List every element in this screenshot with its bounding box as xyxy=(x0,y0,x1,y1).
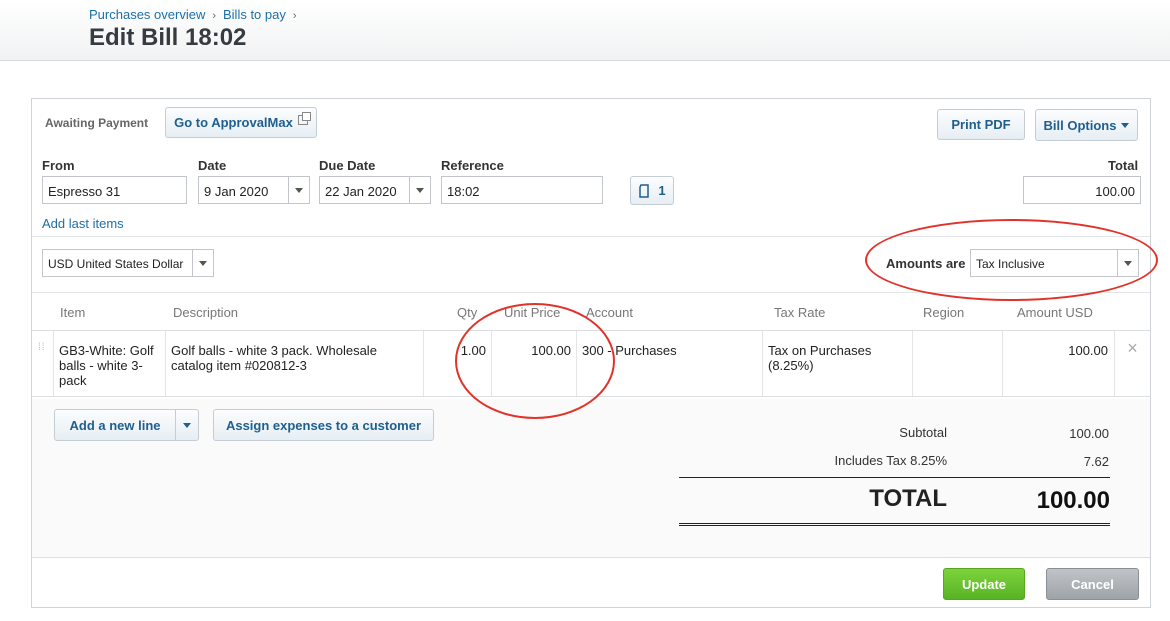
chevron-down-icon xyxy=(416,187,424,193)
from-input[interactable]: Espresso 31 xyxy=(42,176,187,204)
due-date-value: 22 Jan 2020 xyxy=(325,184,397,199)
attachments-button[interactable]: 1 xyxy=(630,176,674,205)
totals-divider xyxy=(679,477,1110,478)
column-header-description: Description xyxy=(173,305,239,320)
cell-tax-rate[interactable]: Tax on Purchases (8.25%) xyxy=(762,331,912,396)
totals-double-rule xyxy=(679,523,1110,526)
grand-total-label: TOTAL xyxy=(869,485,947,512)
cell-description[interactable]: Golf balls - white 3 pack. Wholesale cat… xyxy=(165,331,423,396)
drag-handle-icon[interactable]: ⁞⁞ xyxy=(38,343,46,359)
currency-value: USD United States Dollar xyxy=(48,257,184,271)
chevron-down-icon xyxy=(295,187,303,193)
date-value: 9 Jan 2020 xyxy=(204,184,269,199)
due-date-label: Due Date xyxy=(319,158,376,173)
breadcrumb-bills-to-pay[interactable]: Bills to pay xyxy=(223,7,286,22)
totals-area xyxy=(32,399,1150,557)
column-header-region: Region xyxy=(923,305,965,320)
column-header-tax-rate: Tax Rate xyxy=(774,305,826,320)
cancel-button[interactable]: Cancel xyxy=(1046,568,1139,600)
bill-options-button[interactable]: Bill Options xyxy=(1035,109,1138,141)
cell-item[interactable]: GB3-White: Golf balls - white 3-pack xyxy=(53,331,160,396)
document-icon xyxy=(639,183,650,198)
column-header-amount: Amount USD xyxy=(1017,305,1093,320)
status-label: Awaiting Payment xyxy=(45,116,149,130)
subtotal-label: Subtotal xyxy=(899,425,947,440)
due-date-dropdown[interactable] xyxy=(409,177,430,203)
date-input[interactable]: 9 Jan 2020 xyxy=(198,176,310,204)
chevron-down-icon xyxy=(199,260,207,266)
form-actions: Update Cancel xyxy=(32,557,1150,607)
reference-input[interactable]: 18:02 xyxy=(441,176,603,204)
caret-down-icon xyxy=(183,422,191,428)
total-label: Total xyxy=(1108,158,1139,173)
annotation-circle-amounts-are xyxy=(865,219,1158,301)
add-new-line-button-group: Add a new line xyxy=(54,409,199,441)
add-new-line-button[interactable]: Add a new line xyxy=(55,410,175,440)
bill-toolbar: Awaiting Payment Go to ApprovalMax Print… xyxy=(32,99,1150,147)
add-line-dropdown[interactable] xyxy=(175,410,198,440)
from-label: From xyxy=(42,158,75,173)
reference-label: Reference xyxy=(441,158,504,173)
tax-value: 7.62 xyxy=(1083,454,1109,469)
column-header-account: Account xyxy=(586,305,633,320)
print-pdf-button[interactable]: Print PDF xyxy=(937,109,1025,140)
currency-select[interactable]: USD United States Dollar xyxy=(42,249,214,277)
currency-dropdown[interactable] xyxy=(192,250,213,276)
update-button[interactable]: Update xyxy=(943,568,1025,600)
add-last-items-link[interactable]: Add last items xyxy=(42,216,124,231)
breadcrumb-separator: › xyxy=(292,10,297,22)
assign-expenses-button[interactable]: Assign expenses to a customer xyxy=(213,409,434,441)
external-link-icon xyxy=(297,111,311,125)
breadcrumb: Purchases overview › Bills to pay › xyxy=(89,7,304,22)
breadcrumb-purchases-overview[interactable]: Purchases overview xyxy=(89,7,205,22)
column-header-qty: Qty xyxy=(457,305,478,320)
breadcrumb-separator: › xyxy=(212,10,216,22)
cell-region[interactable] xyxy=(912,331,1002,396)
date-label: Date xyxy=(198,158,227,173)
annotation-circle-unit-price xyxy=(455,303,615,419)
grand-total-value: 100.00 xyxy=(1036,487,1110,514)
remove-line-icon[interactable]: × xyxy=(1114,331,1150,396)
column-header-item: Item xyxy=(60,305,86,320)
attachments-count: 1 xyxy=(658,183,666,198)
due-date-input[interactable]: 22 Jan 2020 xyxy=(319,176,431,204)
cell-amount[interactable]: 100.00 xyxy=(1002,331,1114,396)
caret-down-icon xyxy=(1121,122,1130,128)
tax-label: Includes Tax 8.25% xyxy=(834,453,948,468)
approvalmax-label: Go to ApprovalMax xyxy=(174,115,293,130)
bill-options-label: Bill Options xyxy=(1043,117,1117,133)
date-dropdown[interactable] xyxy=(288,177,309,203)
page-title: Edit Bill 18:02 xyxy=(89,24,247,51)
total-input[interactable]: 100.00 xyxy=(1023,176,1141,204)
subtotal-value: 100.00 xyxy=(1069,426,1109,441)
page-header: Purchases overview › Bills to pay › Edit Bi… xyxy=(0,0,1170,61)
approvalmax-button[interactable]: Go to ApprovalMax xyxy=(165,107,317,138)
